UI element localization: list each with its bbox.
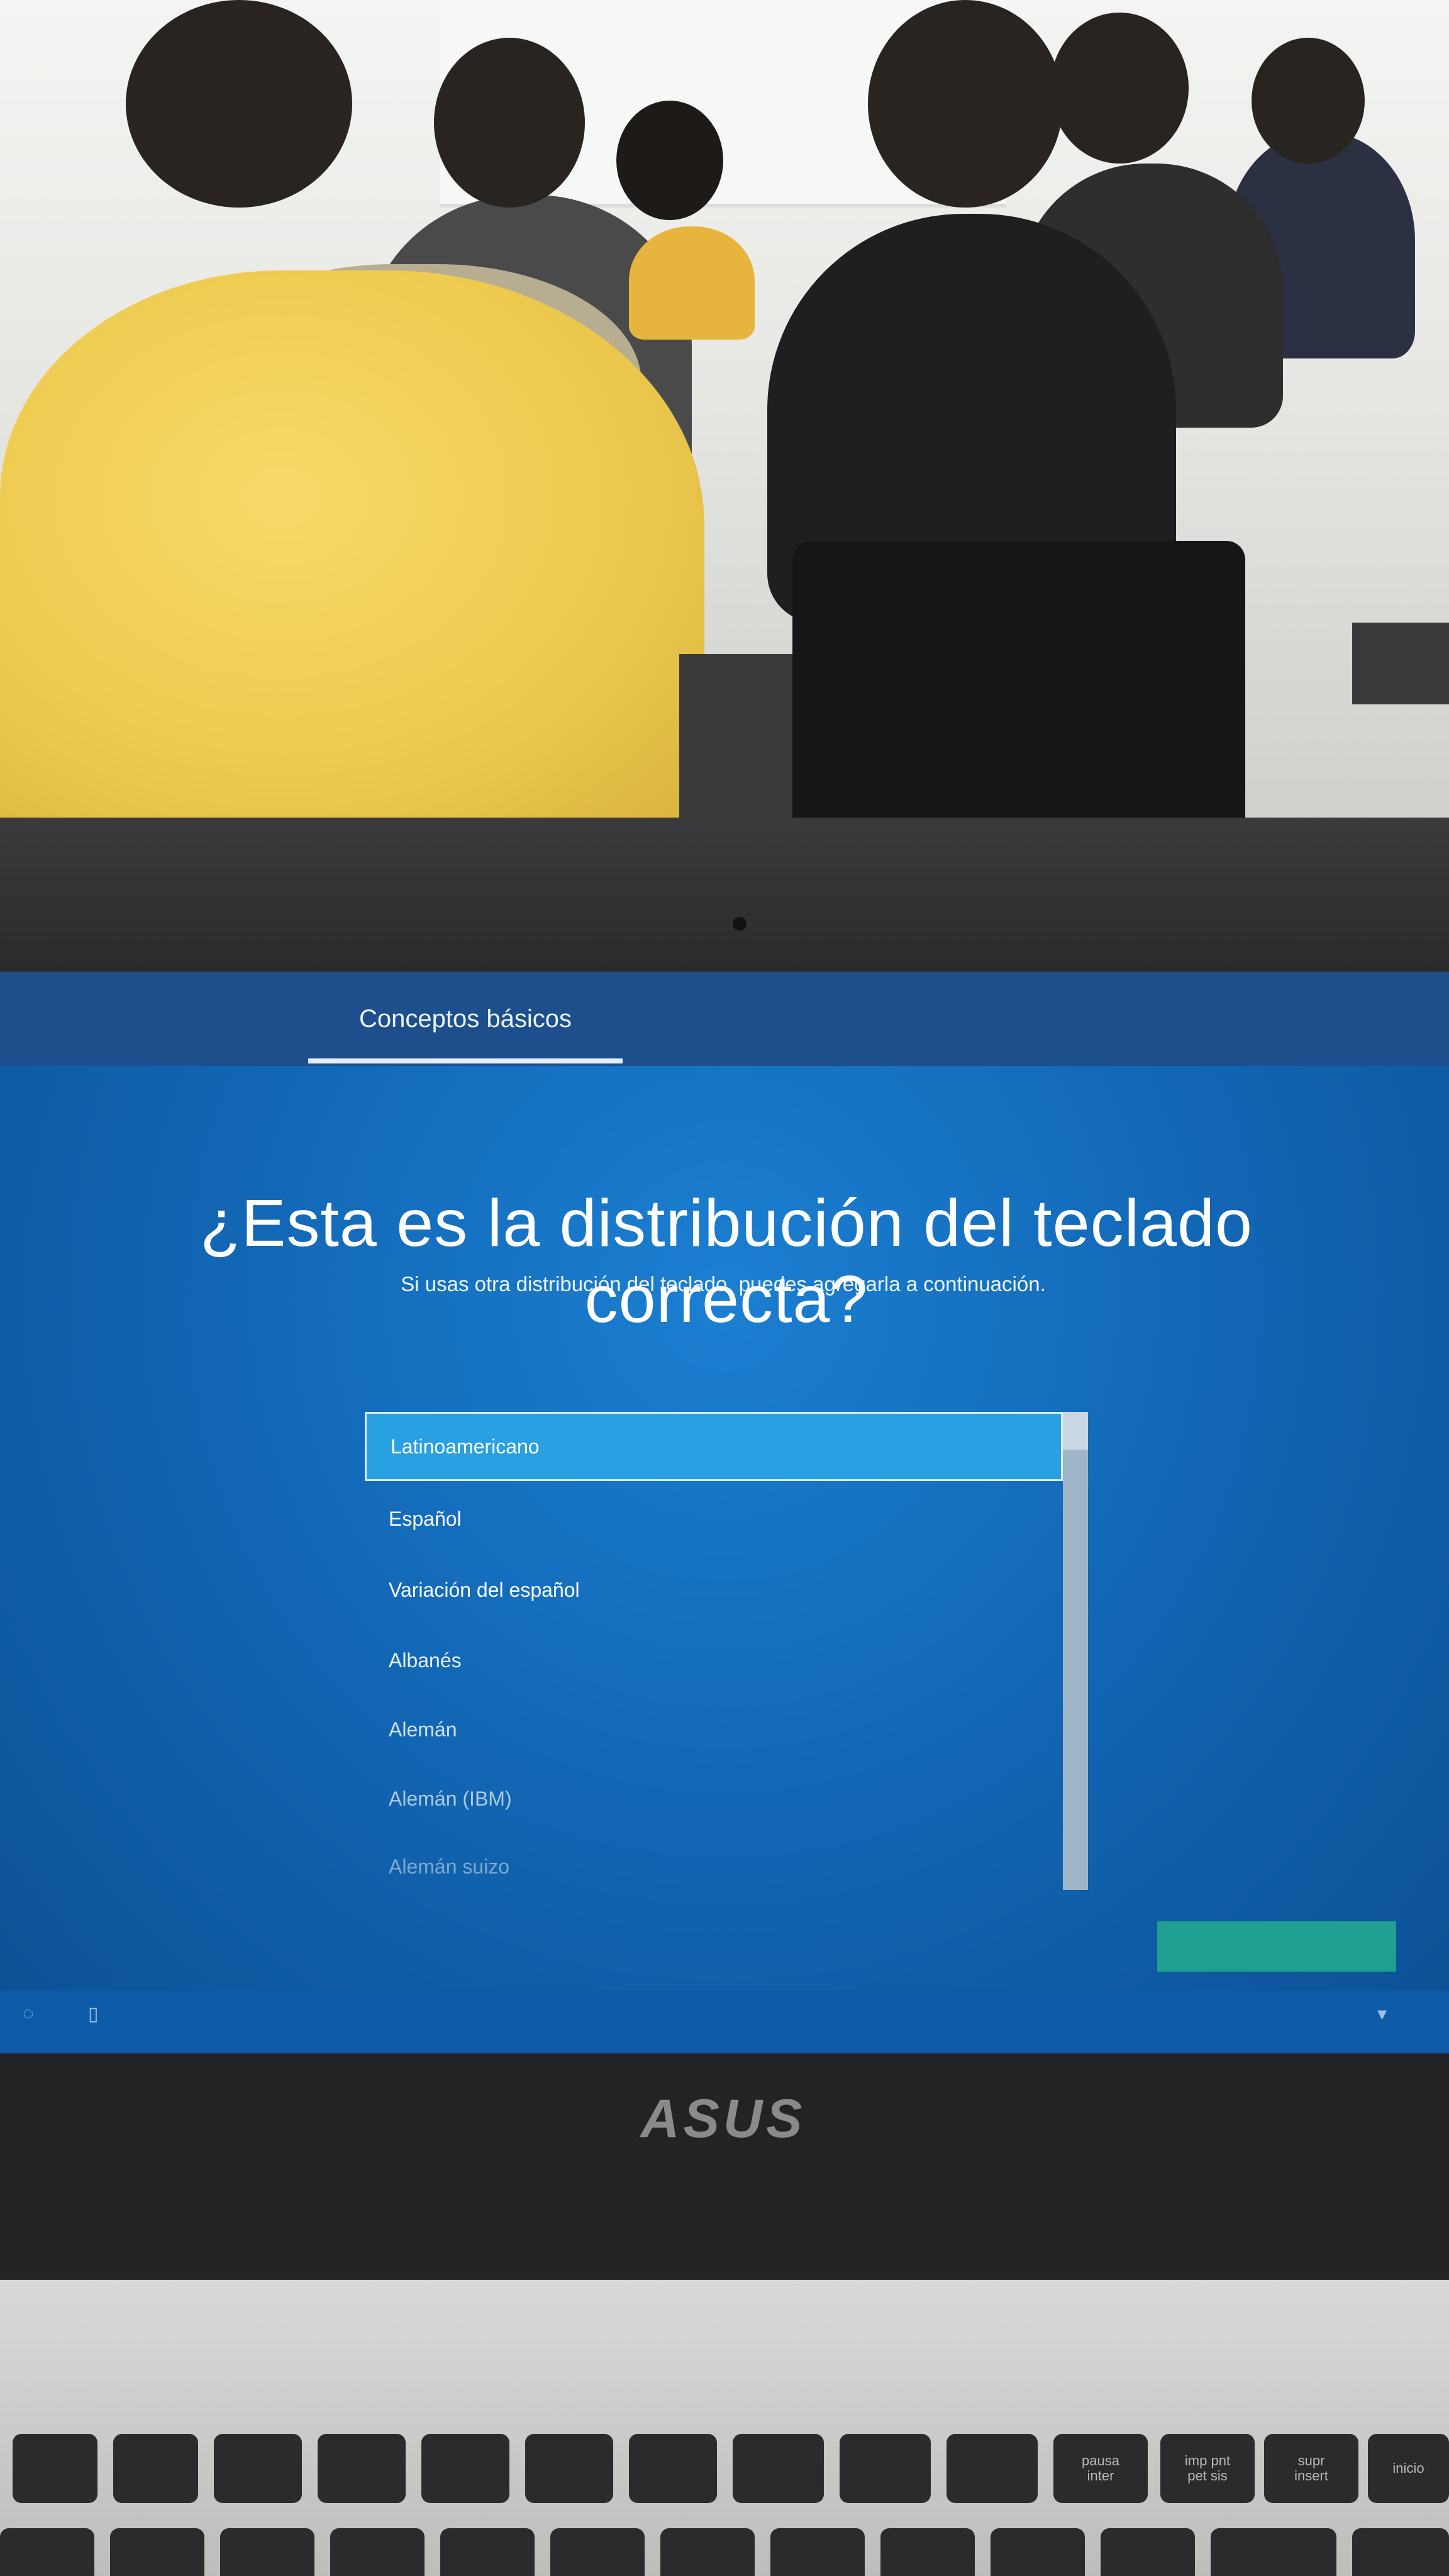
key-pausa[interactable]: pausa inter (1053, 2434, 1148, 2503)
student-head (126, 0, 352, 208)
key-row[interactable] (440, 2528, 535, 2576)
key-row[interactable] (770, 2528, 865, 2576)
key-num[interactable] (1352, 2528, 1449, 2576)
key-row[interactable] (0, 2528, 94, 2576)
page-subtitle: Si usas otra distribución del teclado, p… (401, 1272, 1046, 1296)
volume-icon[interactable]: ▾ (1377, 2003, 1402, 2028)
bottom-bar (0, 1990, 1449, 2053)
key-f4[interactable] (113, 2434, 198, 2503)
key-f9[interactable] (629, 2434, 717, 2503)
page-title: ¿Esta es la distribución del teclado cor… (200, 1186, 1253, 1336)
list-scrollbar[interactable] (1063, 1412, 1088, 1890)
key-row[interactable] (220, 2528, 314, 2576)
student (629, 226, 755, 340)
scrollbar-thumb[interactable] (1063, 1412, 1088, 1450)
key-row[interactable] (550, 2528, 645, 2576)
ease-of-access-icon[interactable]: ◌ (23, 2003, 48, 2028)
chair (792, 541, 1245, 824)
student-head (616, 101, 723, 220)
next-button[interactable] (1157, 1921, 1396, 1972)
key-row[interactable] (880, 2528, 975, 2576)
student-head (434, 38, 585, 208)
list-item-latinoamericano[interactable]: Latinoamericano (365, 1412, 1063, 1481)
list-item-espanol[interactable]: Español (365, 1484, 1063, 1553)
list-item-albanes[interactable]: Albanés (365, 1626, 1063, 1695)
tab-conceptos-basicos[interactable]: Conceptos básicos (308, 972, 623, 1066)
key-backspace[interactable] (1211, 2528, 1336, 2576)
bezel-top (0, 818, 1449, 969)
key-row[interactable] (1101, 2528, 1195, 2576)
key-f10[interactable] (733, 2434, 824, 2503)
key-f8[interactable] (525, 2434, 613, 2503)
key-row[interactable] (330, 2528, 425, 2576)
list-item-aleman[interactable]: Alemán (365, 1695, 1063, 1764)
progress-header (0, 972, 1449, 1066)
keyboard-deck: pausa inter imp pnt pet sis supr insert ini… (0, 2280, 1449, 2576)
key-row[interactable] (660, 2528, 755, 2576)
key-imp-pnt[interactable]: imp pnt pet sis (1160, 2434, 1255, 2503)
setup-screen: Conceptos básicos ¿Esta es la distribuci… (0, 972, 1449, 2053)
tab-active-indicator (308, 1058, 623, 1063)
key-inicio[interactable]: inicio (1368, 2434, 1449, 2503)
asus-logo: ASUS (640, 2089, 806, 2149)
list-item-aleman-ibm[interactable]: Alemán (IBM) (365, 1764, 1063, 1833)
key-f7[interactable] (421, 2434, 509, 2503)
classroom-background (0, 0, 1449, 824)
key-f12[interactable] (947, 2434, 1038, 2503)
key-row[interactable] (991, 2528, 1085, 2576)
student-head (868, 0, 1063, 208)
key-supr[interactable]: supr insert (1264, 2434, 1358, 2503)
key-f5[interactable] (214, 2434, 302, 2503)
student-head (1050, 13, 1189, 164)
student-head (1252, 38, 1365, 164)
microphone-icon[interactable]: ▯ (88, 2003, 113, 2028)
key-f3[interactable] (13, 2434, 97, 2503)
list-item-aleman-suizo[interactable]: Alemán suizo (365, 1832, 1063, 1901)
student-yellow-hoodie (0, 270, 704, 824)
key-f11[interactable] (840, 2434, 931, 2503)
keyboard-layout-list[interactable]: Latinoamericano Español Variación del es… (365, 1412, 1088, 1890)
desk (1352, 623, 1449, 704)
key-row[interactable] (110, 2528, 204, 2576)
key-f6[interactable] (318, 2434, 406, 2503)
webcam (733, 917, 747, 931)
list-item-variacion-espanol[interactable]: Variación del español (365, 1555, 1063, 1624)
desk (679, 654, 792, 818)
bezel-bottom (0, 2053, 1449, 2280)
